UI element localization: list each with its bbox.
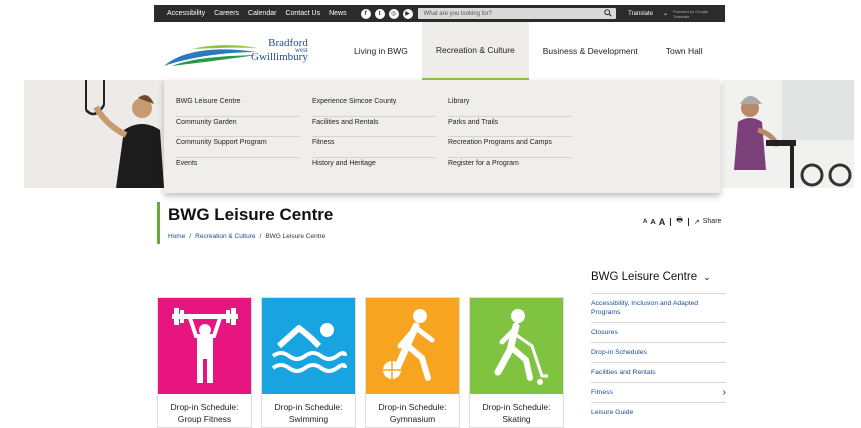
weightlifting-icon xyxy=(158,298,251,394)
tile-label: Drop-in Schedule: Gymnasium xyxy=(378,402,447,424)
mega-menu-column-1: BWG Leisure Centre Community Garden Comm… xyxy=(176,96,300,178)
menu-item-register-for-a-program[interactable]: Register for a Program xyxy=(448,158,572,179)
tools-divider xyxy=(670,217,672,226)
title-accent-bar xyxy=(157,202,160,244)
font-size-small-button[interactable]: A xyxy=(643,219,647,225)
breadcrumb-current: BWG Leisure Centre xyxy=(265,233,326,240)
page-tools: A A A 🖶 ↗ Share xyxy=(643,216,721,227)
news-link[interactable]: News xyxy=(329,10,347,17)
tile-label: Drop-in Schedule: Skating xyxy=(482,402,551,424)
tools-divider xyxy=(687,217,689,226)
accessibility-link[interactable]: Accessibility xyxy=(167,10,205,17)
breadcrumb-recreation-culture[interactable]: Recreation & Culture xyxy=(195,233,255,240)
logo-wordmark: Bradford west Gwillimbury xyxy=(251,37,308,63)
menu-item-bwg-leisure-centre[interactable]: BWG Leisure Centre xyxy=(176,96,300,117)
menu-item-history-and-heritage[interactable]: History and Heritage xyxy=(312,158,436,179)
breadcrumb-home[interactable]: Home xyxy=(168,233,185,240)
print-icon[interactable]: 🖶 xyxy=(676,216,683,227)
careers-link[interactable]: Careers xyxy=(214,10,239,17)
sidebar-item-accessibility[interactable]: Accessibility, Inclusion and Adapted Pro… xyxy=(591,293,726,322)
basketball-icon xyxy=(366,298,459,394)
main-nav: Living in BWG Recreation & Culture Busin… xyxy=(340,22,717,80)
font-size-medium-button[interactable]: A xyxy=(650,217,655,226)
twitter-icon[interactable]: t xyxy=(374,8,385,19)
tile-swimming[interactable]: Drop-in Schedule: Swimming xyxy=(261,297,356,428)
facebook-icon[interactable]: f xyxy=(360,8,371,19)
powered-by-google: Powered by Google Translate xyxy=(672,8,709,19)
utility-bar: Accessibility Careers Calendar Contact U… xyxy=(154,5,725,22)
translate-label: Translate xyxy=(628,10,653,17)
page-title: BWG Leisure Centre xyxy=(168,205,334,224)
menu-item-facilities-and-rentals[interactable]: Facilities and Rentals xyxy=(312,117,436,137)
sidebar-item-drop-in-schedules[interactable]: Drop-in Schedules xyxy=(591,342,726,362)
chevron-down-icon: ⌄ xyxy=(662,11,668,17)
menu-item-fitness[interactable]: Fitness xyxy=(312,137,436,158)
person-exercising-icon xyxy=(24,80,164,188)
font-size-large-button[interactable]: A xyxy=(659,217,666,227)
search-icon[interactable] xyxy=(604,9,612,17)
calendar-link[interactable]: Calendar xyxy=(248,10,276,17)
nav-business-development[interactable]: Business & Development xyxy=(529,22,652,80)
translate-select[interactable]: Translate ⌄ xyxy=(628,10,668,18)
nav-town-hall[interactable]: Town Hall xyxy=(652,22,717,80)
sidebar-title[interactable]: BWG Leisure Centre ⌄ xyxy=(591,271,711,283)
tile-label: Drop-in Schedule: Group Fitness xyxy=(170,402,239,424)
sidebar-item-closures[interactable]: Closures xyxy=(591,322,726,342)
menu-item-parks-and-trails[interactable]: Parks and Trails xyxy=(448,117,572,137)
nav-recreation-culture[interactable]: Recreation & Culture xyxy=(421,22,529,80)
share-icon[interactable]: ↗ xyxy=(694,218,700,226)
swimming-icon xyxy=(262,298,355,394)
tile-skating[interactable]: Drop-in Schedule: Skating xyxy=(469,297,564,428)
social-links: f t ◎ ▶ xyxy=(360,8,413,19)
search-input[interactable]: What are you looking for? xyxy=(417,8,617,19)
nav-living-in-bwg[interactable]: Living in BWG xyxy=(340,22,422,80)
hero-image-fitness-left xyxy=(24,80,164,188)
menu-item-recreation-programs-and-camps[interactable]: Recreation Programs and Camps xyxy=(448,137,572,158)
chevron-down-icon: ⌄ xyxy=(703,271,711,282)
sidebar-item-facilities-and-rentals[interactable]: Facilities and Rentals xyxy=(591,362,726,382)
tile-label: Drop-in Schedule: Swimming xyxy=(274,402,343,424)
hero-image-fitness-right xyxy=(722,80,854,188)
menu-item-events[interactable]: Events xyxy=(176,158,300,179)
breadcrumb: Home / Recreation & Culture / BWG Leisur… xyxy=(168,233,325,240)
youtube-icon[interactable]: ▶ xyxy=(402,8,413,19)
utility-links: Accessibility Careers Calendar Contact U… xyxy=(167,10,347,17)
mega-menu-column-3: Library Parks and Trails Recreation Prog… xyxy=(448,96,572,178)
person-cycling-icon xyxy=(722,80,854,188)
mega-menu-recreation-culture: BWG Leisure Centre Community Garden Comm… xyxy=(164,80,720,193)
tile-gymnasium[interactable]: Drop-in Schedule: Gymnasium xyxy=(365,297,460,428)
instagram-icon[interactable]: ◎ xyxy=(388,8,399,19)
mega-menu-column-2: Experience Simcoe County Facilities and … xyxy=(312,96,436,178)
page: Accessibility Careers Calendar Contact U… xyxy=(0,0,861,428)
sidebar-nav: Accessibility, Inclusion and Adapted Pro… xyxy=(591,293,726,422)
menu-item-library[interactable]: Library xyxy=(448,96,572,117)
breadcrumb-separator: / xyxy=(189,233,192,240)
site-header: Bradford west Gwillimbury Living in BWG … xyxy=(154,22,725,80)
search-placeholder: What are you looking for? xyxy=(423,10,492,17)
menu-item-community-garden[interactable]: Community Garden xyxy=(176,117,300,137)
hockey-icon xyxy=(470,298,563,394)
contact-us-link[interactable]: Contact Us xyxy=(285,10,320,17)
share-label[interactable]: Share xyxy=(703,218,722,225)
sidebar-item-leisure-guide[interactable]: Leisure Guide xyxy=(591,402,726,422)
menu-item-experience-simcoe-county[interactable]: Experience Simcoe County xyxy=(312,96,436,117)
breadcrumb-separator: / xyxy=(259,233,262,240)
tile-group-fitness[interactable]: Drop-in Schedule: Group Fitness xyxy=(157,297,252,428)
sidebar-item-fitness[interactable]: Fitness › xyxy=(591,382,726,402)
menu-item-community-support-program[interactable]: Community Support Program xyxy=(176,137,300,158)
chevron-right-icon[interactable]: › xyxy=(723,388,726,398)
